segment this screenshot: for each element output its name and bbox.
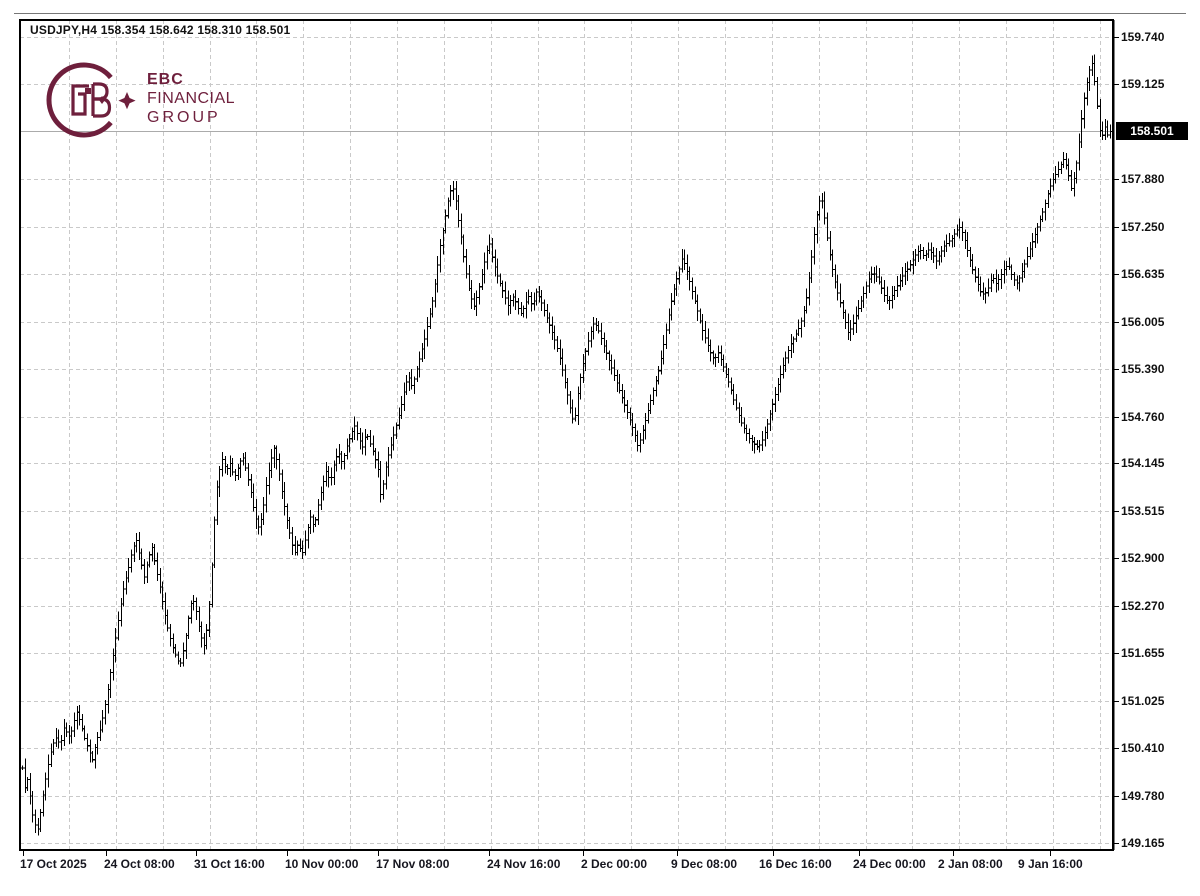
logo-text-ebc: EBC — [147, 71, 184, 89]
price-axis-label: 156.635 — [1121, 266, 1164, 282]
price-axis-label: 149.780 — [1121, 788, 1164, 804]
time-axis-label: 2 Jan 08:00 — [938, 857, 1003, 871]
ebc-logo-mark-icon — [0, 0, 280, 150]
price-axis-label: 157.250 — [1121, 219, 1164, 235]
price-axis-label: 159.125 — [1121, 76, 1164, 92]
chart-window: USDJPY,H4 158.354 158.642 158.310 158.50… — [0, 0, 1200, 896]
time-axis-label: 24 Oct 08:00 — [104, 857, 175, 871]
price-axis-label: 154.145 — [1121, 455, 1164, 471]
time-axis-label: 9 Dec 08:00 — [671, 857, 737, 871]
price-axis-label: 152.900 — [1121, 550, 1164, 566]
price-axis-label: 155.390 — [1121, 361, 1164, 377]
time-axis-label: 24 Dec 00:00 — [853, 857, 926, 871]
price-axis-label: 151.025 — [1121, 693, 1164, 709]
current-price-tag: 158.501 — [1116, 122, 1188, 140]
time-axis-label: 10 Nov 00:00 — [285, 857, 358, 871]
time-axis-label: 17 Oct 2025 — [20, 857, 87, 871]
time-axis-label: 16 Dec 16:00 — [759, 857, 832, 871]
price-axis-label: 150.410 — [1121, 740, 1164, 756]
logo-text-financial: FINANCIAL — [147, 90, 235, 108]
time-axis-label: 31 Oct 16:00 — [194, 857, 265, 871]
price-axis-label: 149.165 — [1121, 835, 1164, 851]
price-axis-label: 154.760 — [1121, 409, 1164, 425]
price-axis-label: 152.270 — [1121, 598, 1164, 614]
price-axis-label: 153.515 — [1121, 503, 1164, 519]
time-axis-label: 17 Nov 08:00 — [376, 857, 449, 871]
price-axis-label: 159.740 — [1121, 29, 1164, 45]
logo-text-group: GROUP — [147, 109, 221, 127]
price-axis-label: 157.880 — [1121, 171, 1164, 187]
price-axis-label: 156.005 — [1121, 314, 1164, 330]
ebc-logo: EBC FINANCIAL GROUP — [0, 0, 280, 150]
time-axis-label: 24 Nov 16:00 — [487, 857, 560, 871]
logo-star-icon — [118, 92, 135, 109]
time-axis-label: 2 Dec 00:00 — [581, 857, 647, 871]
time-axis-label: 9 Jan 16:00 — [1018, 857, 1083, 871]
price-axis-label: 151.655 — [1121, 645, 1164, 661]
